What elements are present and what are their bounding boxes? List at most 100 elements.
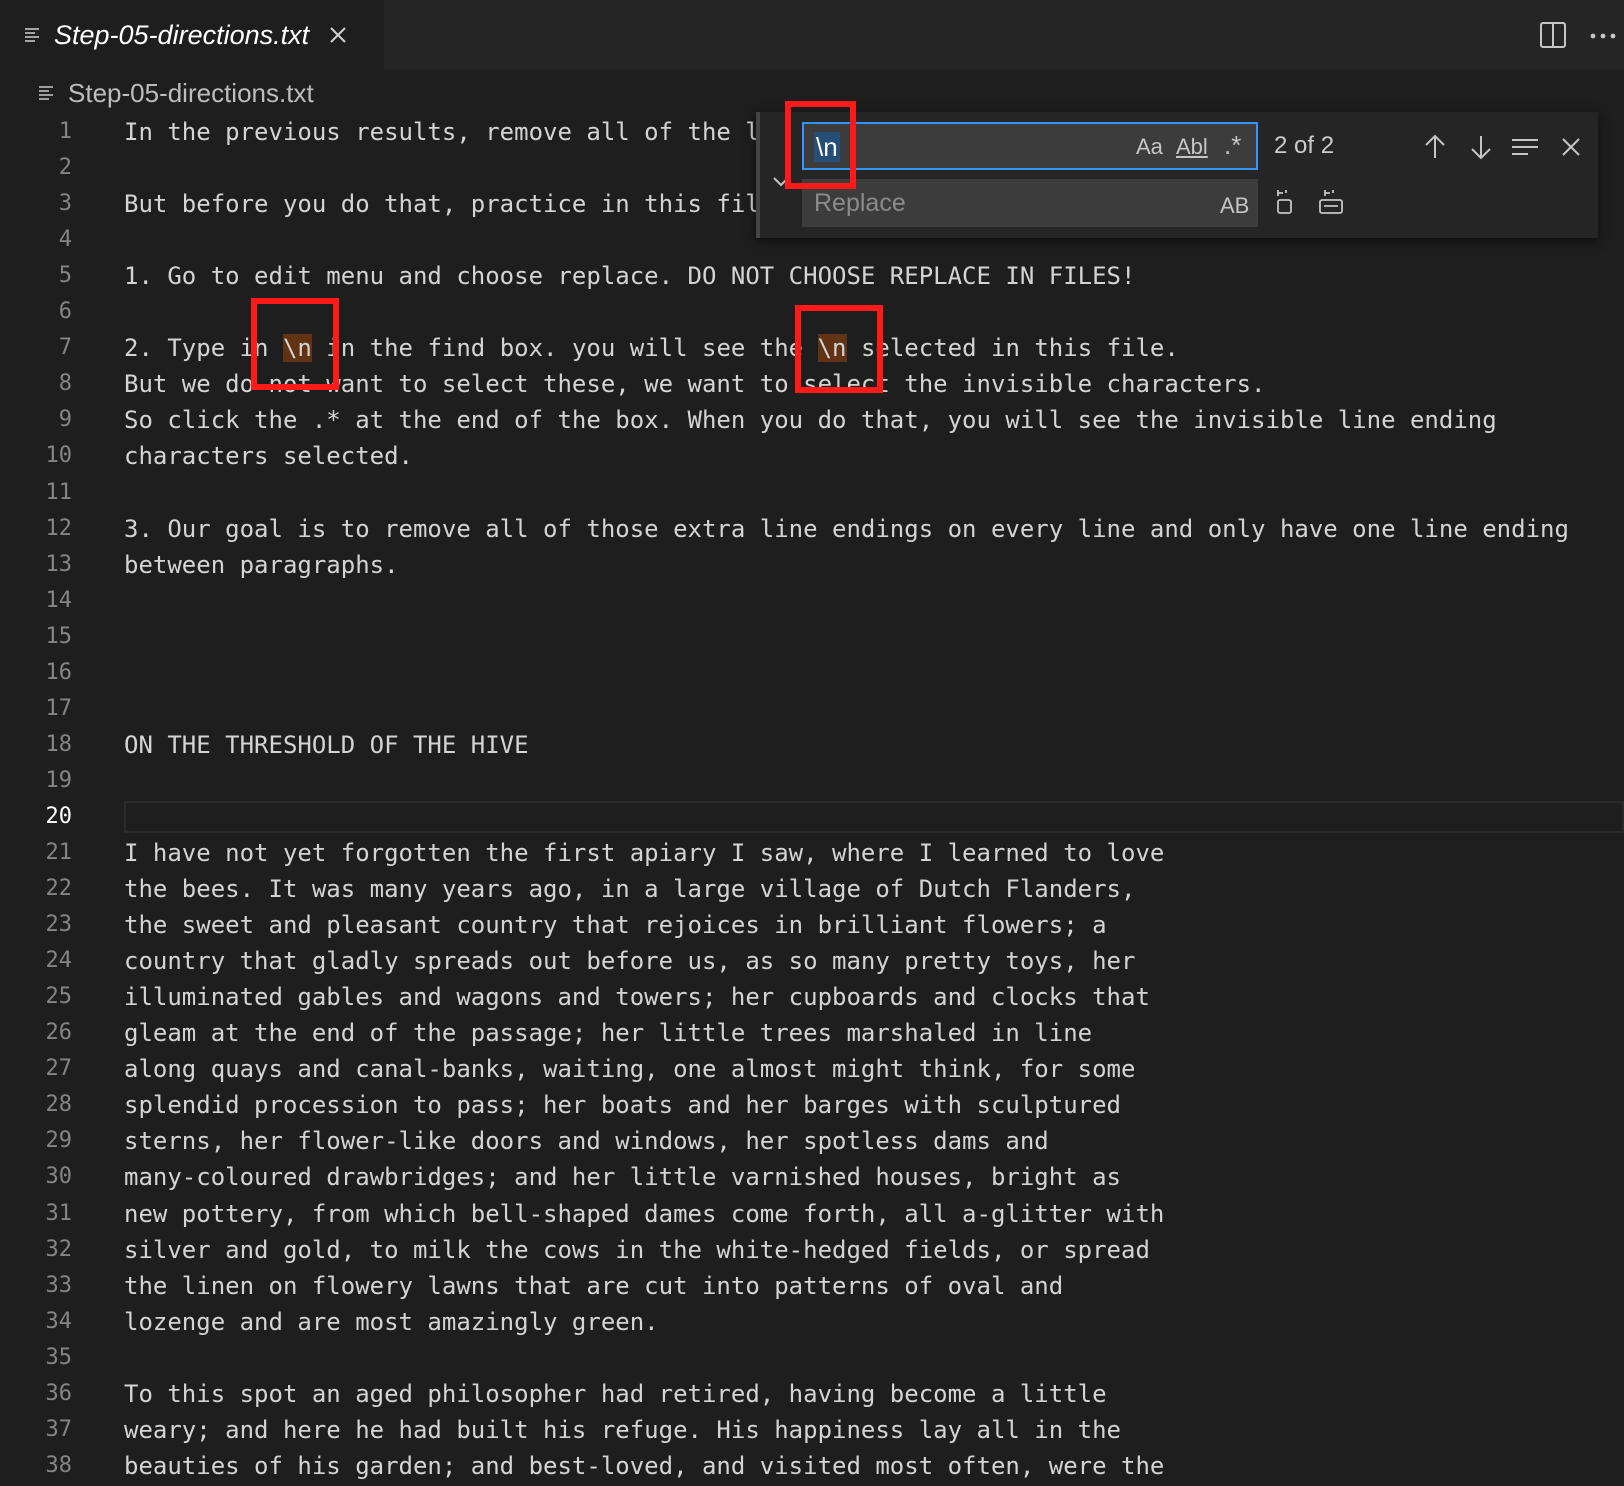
arrow-up-icon[interactable] xyxy=(1420,132,1450,162)
find-in-selection-icon[interactable] xyxy=(1510,132,1540,162)
split-editor-icon[interactable] xyxy=(1539,21,1567,49)
editor-line[interactable]: 16 xyxy=(0,655,1624,691)
breadcrumb: Step-05-directions.txt xyxy=(0,70,1624,116)
line-number: 14 xyxy=(45,587,73,613)
line-number: 38 xyxy=(45,1452,73,1478)
line-number: 13 xyxy=(45,551,73,577)
editor-line[interactable]: 20 xyxy=(0,799,1624,835)
editor-line[interactable]: 17 xyxy=(0,691,1624,727)
close-icon[interactable] xyxy=(327,24,349,46)
editor-line[interactable]: 13 between paragraphs. xyxy=(0,547,1624,583)
chevron-down-icon[interactable] xyxy=(770,170,792,192)
editor-line[interactable]: 33 the linen on flowery lawns that are cu… xyxy=(0,1268,1624,1304)
tab-bar: Step-05-directions.txt xyxy=(0,0,1624,70)
editor-line[interactable]: 25 illuminated gables and wagons and towe… xyxy=(0,979,1624,1015)
line-number: 36 xyxy=(45,1380,73,1406)
tab-title: Step-05-directions.txt xyxy=(54,19,310,50)
line-text: To this spot an aged philosopher had ret… xyxy=(124,1379,1107,1408)
replace-all-icon[interactable] xyxy=(1316,186,1346,216)
editor-line[interactable]: 34 lozenge and are most amazingly green. xyxy=(0,1304,1624,1340)
editor-line[interactable]: 22 the bees. It was many years ago, in a … xyxy=(0,871,1624,907)
replace-one-icon[interactable] xyxy=(1270,186,1300,216)
editor-line[interactable]: 31 new pottery, from which bell-shaped da… xyxy=(0,1196,1624,1232)
line-number: 12 xyxy=(45,515,73,541)
editor-line[interactable]: 9 So click the .* at the end of the box. … xyxy=(0,402,1624,438)
editor-line[interactable]: 12 3. Our goal is to remove all of those … xyxy=(0,511,1624,547)
replace-placeholder: Replace xyxy=(814,189,906,217)
line-number: 5 xyxy=(58,263,72,289)
line-text: I have not yet forgotten the first apiar… xyxy=(124,839,1165,867)
editor-line[interactable]: 21 I have not yet forgotten the first api… xyxy=(0,835,1624,871)
editor-line[interactable]: 23 the sweet and pleasant country that re… xyxy=(0,907,1624,943)
line-number: 18 xyxy=(45,731,73,757)
whole-word-toggle[interactable]: Abl xyxy=(1176,134,1208,160)
line-text: lozenge and are most amazingly green. xyxy=(124,1307,659,1336)
line-text: sterns, her flower-like doors and window… xyxy=(124,1127,1049,1156)
editor-line[interactable]: 27 along quays and canal-banks, waiting, … xyxy=(0,1051,1624,1087)
line-text: So click the .* at the end of the box. W… xyxy=(124,406,1497,435)
line-text: the linen on flowery lawns that are cut … xyxy=(124,1271,1064,1300)
line-text: But before you do that, practice in this… xyxy=(124,190,760,219)
line-number: 30 xyxy=(45,1164,73,1190)
line-number: 15 xyxy=(45,623,73,649)
current-line-highlight xyxy=(124,800,1624,833)
breadcrumb-file[interactable]: Step-05-directions.txt xyxy=(68,78,314,109)
replace-input[interactable]: Replace AB xyxy=(802,179,1258,227)
editor-line[interactable]: 37 weary; and here he had built his refug… xyxy=(0,1412,1624,1448)
editor-line[interactable]: 8 But we do not want to select these, we … xyxy=(0,366,1624,402)
line-text: weary; and here he had built his refuge.… xyxy=(124,1415,1121,1444)
editor-line[interactable]: 32 silver and gold, to milk the cows in t… xyxy=(0,1232,1624,1268)
more-actions-icon[interactable] xyxy=(1590,33,1616,39)
line-number: 10 xyxy=(45,443,73,469)
editor-line[interactable]: 30 many-coloured drawbridges; and her lit… xyxy=(0,1159,1624,1195)
find-match: \n xyxy=(817,334,847,363)
line-number: 33 xyxy=(45,1272,73,1298)
editor-line[interactable]: 15 xyxy=(0,619,1624,655)
arrow-down-icon[interactable] xyxy=(1466,132,1496,162)
line-text: 1. Go to edit menu and choose replace. D… xyxy=(124,262,1136,291)
editor-line[interactable]: 35 xyxy=(0,1340,1624,1376)
editor-tab[interactable]: Step-05-directions.txt xyxy=(0,0,384,70)
editor-line[interactable]: 6 xyxy=(0,294,1624,330)
editor-line[interactable]: 38 beauties of his garden; and best-loved… xyxy=(0,1448,1624,1484)
find-match: \n xyxy=(282,334,312,363)
editor-line[interactable]: 5 1. Go to edit menu and choose replace. … xyxy=(0,258,1624,294)
editor-line[interactable]: 11 xyxy=(0,475,1624,511)
line-number: 28 xyxy=(45,1092,73,1118)
line-text: between paragraphs. xyxy=(124,550,399,579)
line-text: silver and gold, to milk the cows in the… xyxy=(124,1235,1150,1264)
line-number: 34 xyxy=(45,1308,73,1334)
line-number: 8 xyxy=(58,371,72,397)
editor-line[interactable]: 24 country that gladly spreads out before… xyxy=(0,943,1624,979)
editor-line[interactable]: 10 characters selected. xyxy=(0,438,1624,474)
line-number: 21 xyxy=(45,840,73,865)
find-replace-widget: \n Aa Abl .* Replace AB 2 of 2 xyxy=(756,112,1598,238)
editor-line[interactable]: 29 sterns, her flower-like doors and wind… xyxy=(0,1123,1624,1159)
editor-line[interactable]: 18 ON THE THRESHOLD OF THE HIVE xyxy=(0,727,1624,763)
editor-line[interactable]: 19 xyxy=(0,763,1624,799)
line-number: 27 xyxy=(45,1056,73,1082)
editor-line[interactable]: 28 splendid procession to pass; her boats… xyxy=(0,1087,1624,1123)
match-case-toggle[interactable]: Aa xyxy=(1136,134,1163,160)
editor[interactable]: 1 In the previous results, remove all of … xyxy=(0,112,1624,1486)
line-number: 35 xyxy=(45,1344,73,1370)
editor-line[interactable]: 36 To this spot an aged philosopher had r… xyxy=(0,1376,1624,1412)
editor-line[interactable]: 26 gleam at the end of the passage; her l… xyxy=(0,1015,1624,1051)
line-number: 2 xyxy=(58,155,72,181)
preserve-case-toggle[interactable]: AB xyxy=(1220,193,1249,219)
line-number: 24 xyxy=(45,948,73,974)
line-number: 11 xyxy=(45,479,73,505)
line-number: 26 xyxy=(45,1020,73,1046)
close-icon[interactable] xyxy=(1556,132,1586,162)
regex-toggle[interactable]: .* xyxy=(1224,130,1241,161)
line-text: characters selected. xyxy=(124,442,413,471)
line-text: new pottery, from which bell-shaped dame… xyxy=(124,1199,1165,1228)
find-input[interactable]: \n Aa Abl .* xyxy=(802,122,1258,170)
line-text: gleam at the end of the passage; her lit… xyxy=(124,1019,1093,1048)
line-number: 16 xyxy=(45,659,73,685)
lines-icon xyxy=(39,86,53,100)
line-text: splendid procession to pass; her boats a… xyxy=(124,1091,1121,1120)
editor-line[interactable]: 14 xyxy=(0,583,1624,619)
line-number: 3 xyxy=(58,191,72,217)
editor-line[interactable]: 7 2. Type in \n in the find box. you will… xyxy=(0,330,1624,366)
